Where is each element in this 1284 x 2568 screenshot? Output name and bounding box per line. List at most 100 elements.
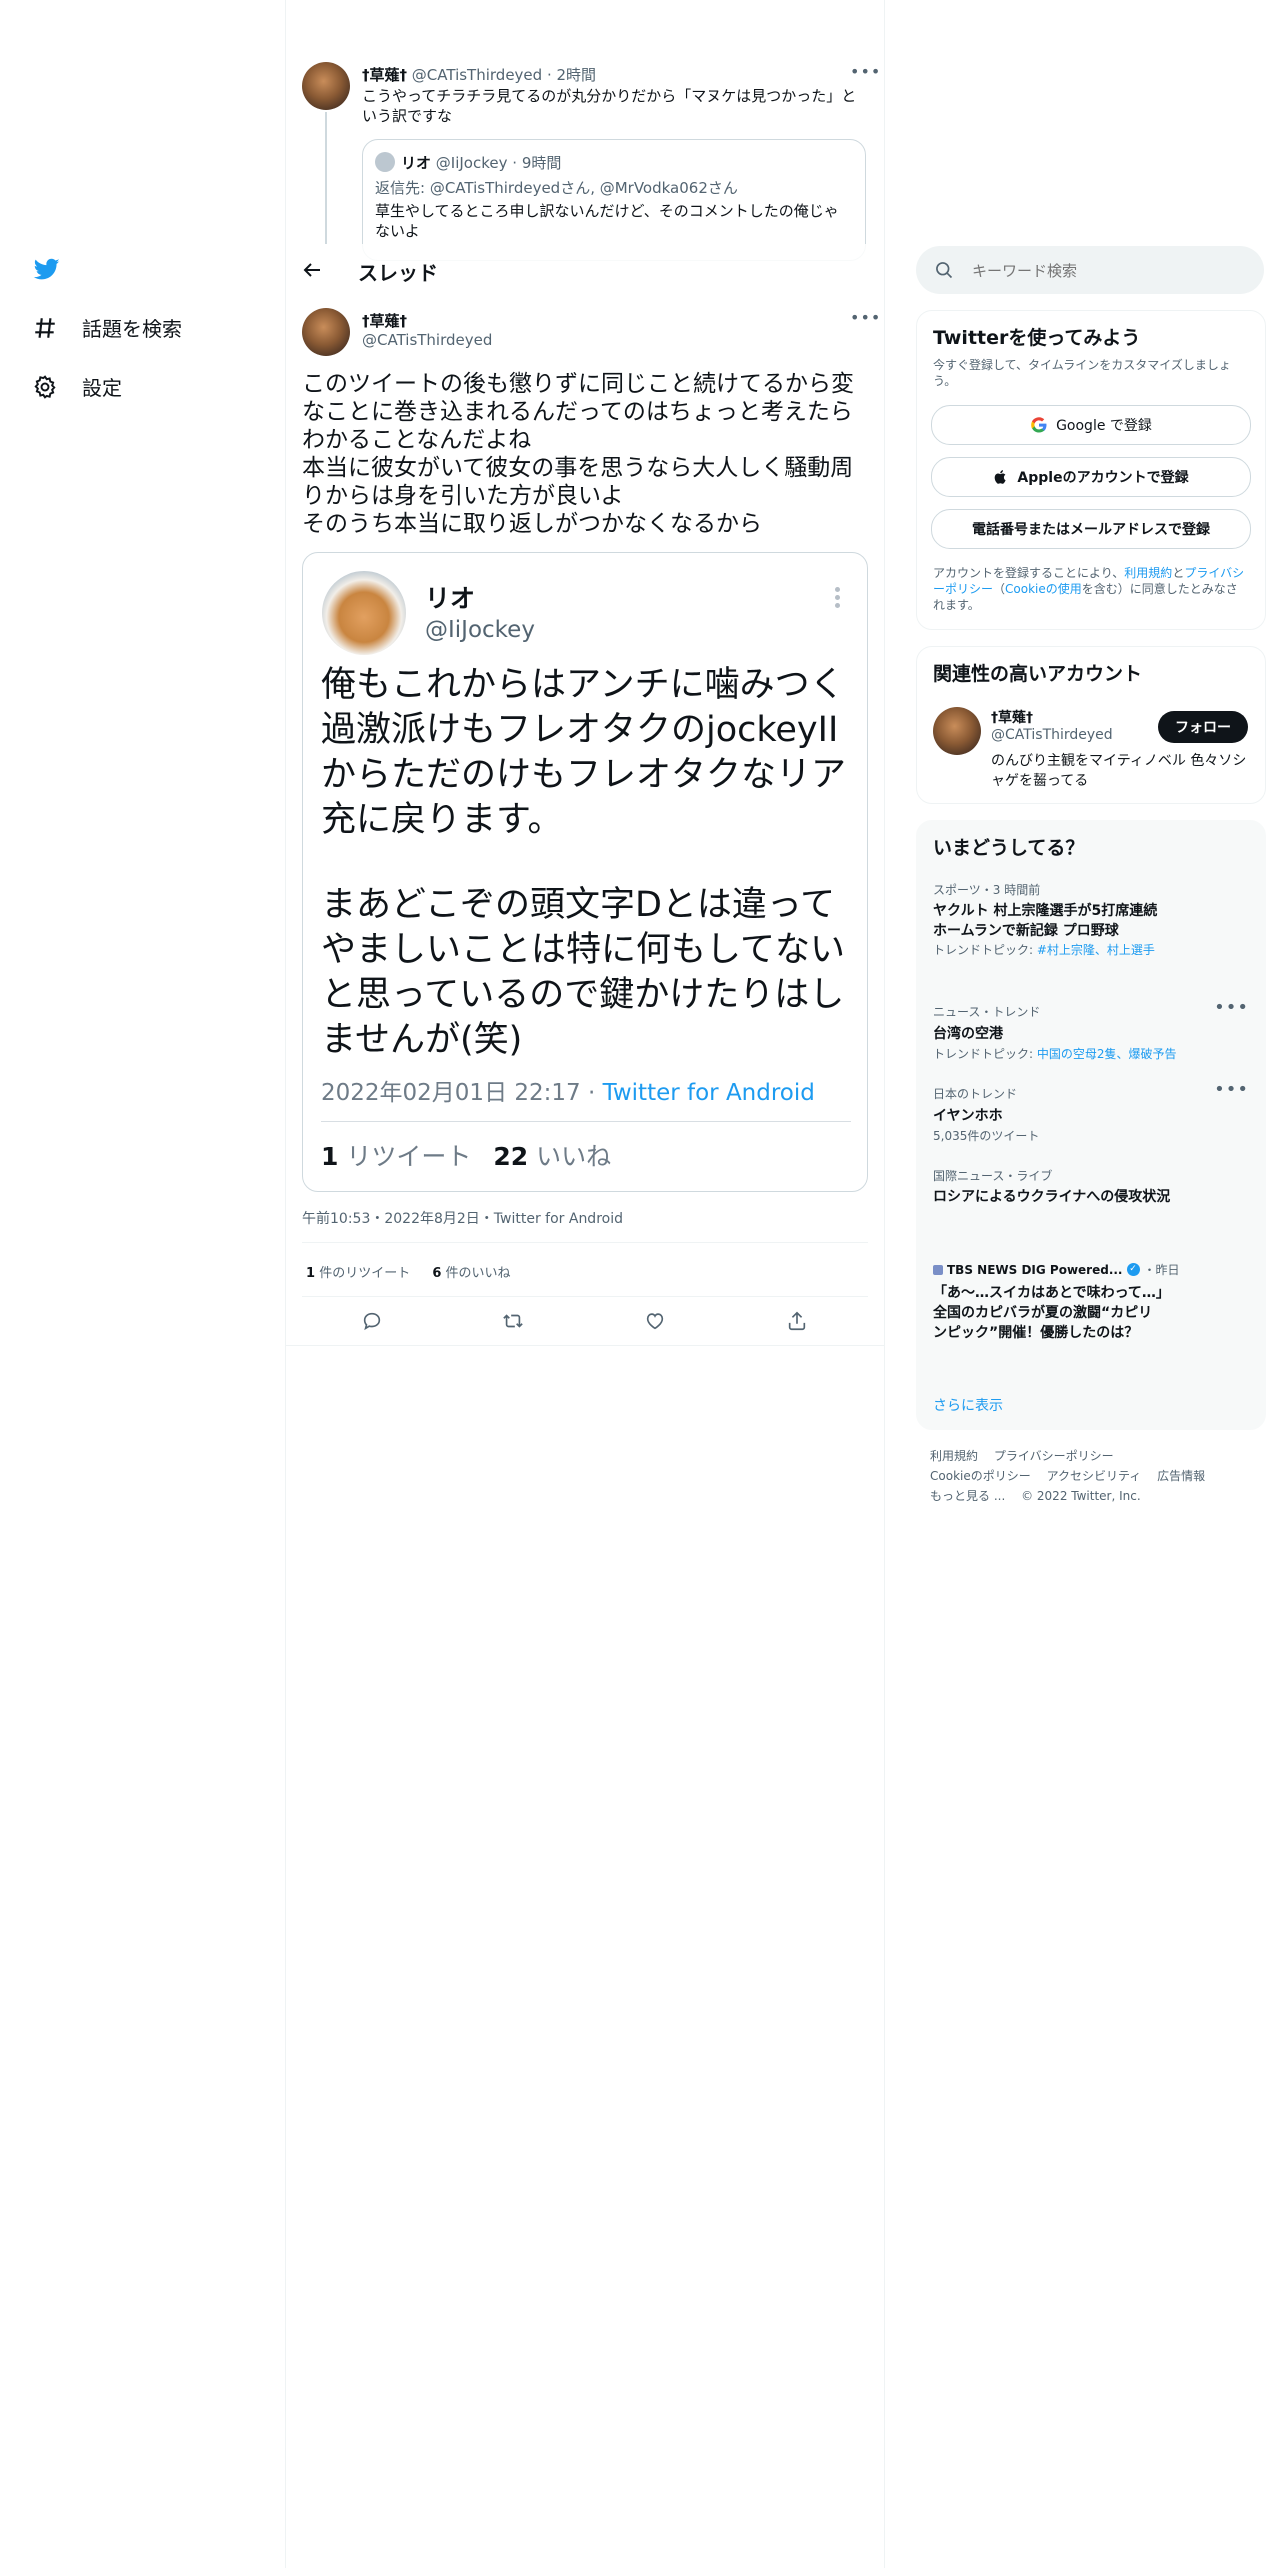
image-stats: 1 リツイート 22 いいね: [321, 1142, 612, 1171]
image-text: 俺もこれからはアンチに噛みつく過激派けもフレオタクのjockeyIIからただのけ…: [321, 665, 847, 840]
handle[interactable]: @CATisThirdeyed: [991, 727, 1113, 743]
nav-settings-label: 設定: [82, 376, 122, 400]
timestamp: 9時間: [521, 154, 562, 172]
trend-item[interactable]: ニュース・トレンド ••• 台湾の空港 トレンドトピック: 中国の空母2隻、爆破…: [917, 997, 1265, 1067]
footer-terms[interactable]: 利用規約: [930, 1449, 978, 1463]
google-signup-button[interactable]: Google で登録: [931, 405, 1251, 445]
image-date-line: 2022年02月01日 22:17 · Twitter for Android: [321, 1080, 815, 1106]
follow-button[interactable]: フォロー: [1158, 711, 1248, 743]
share-icon[interactable]: [786, 1310, 808, 1332]
news-item[interactable]: TBS NEWS DIG Powered... ✓ ・昨日 「あ～…スイカはあと…: [917, 1255, 1265, 1375]
more-icon[interactable]: •••: [850, 308, 881, 327]
more-vertical-icon: [835, 587, 841, 608]
handle[interactable]: @CATisThirdeyed: [412, 66, 542, 84]
quoted-tweet[interactable]: リオ @IiJockey · 9時間 返信先: @CATisThirdeyedさ…: [362, 139, 866, 261]
divider: [302, 1242, 868, 1243]
timestamp[interactable]: 2時間: [556, 66, 596, 84]
verified-icon: ✓: [1126, 1263, 1140, 1276]
apple-icon: [995, 470, 1006, 484]
related-title: 関連性の高いアカウント: [933, 663, 1143, 685]
phone-signup-button[interactable]: 電話番号またはメールアドレスで登録: [931, 509, 1251, 549]
avatar[interactable]: [302, 62, 350, 110]
cookie-link[interactable]: Cookieの使用: [1005, 582, 1082, 596]
quote-text: 草生やしてるところ申し訳ないんだけど、そのコメントしたの俺じゃないよ: [375, 202, 839, 240]
apple-signup-label: Appleのアカウントで登録: [1017, 470, 1189, 486]
signup-subtitle: 今すぐ登録して、タイムラインをカスタマイズしましょう。: [933, 358, 1231, 388]
legal-text: アカウントを登録することにより、利用規約とプライバシーポリシー（Cookieの使…: [933, 566, 1245, 612]
footer-cookie[interactable]: Cookieのポリシー: [930, 1469, 1031, 1483]
thread-column: †草薙† @CATisThirdeyed · 2時間 ••• こうやってチラチラ…: [286, 0, 884, 2568]
parent-tweet-header: †草薙† @CATisThirdeyed · 2時間: [362, 66, 597, 84]
image-text: まあどこぞの頭文字Dとは違ってやましいことは特に何もしてないと思っているので鍵か…: [321, 885, 845, 1060]
signup-card: Twitterを使ってみよう 今すぐ登録して、タイムラインをカスタマイズしましょ…: [916, 310, 1266, 630]
show-more-link[interactable]: さらに表示: [933, 1395, 1003, 1415]
image-date: 2022年02月01日 22:17: [321, 1080, 581, 1106]
footer-privacy[interactable]: プライバシーポリシー: [994, 1449, 1114, 1463]
divider: [286, 1345, 884, 1346]
google-icon: [1031, 417, 1047, 433]
more-icon[interactable]: •••: [1214, 1079, 1249, 1100]
reply-to: 返信先: @CATisThirdeyedさん, @MrVodka062さん: [375, 179, 738, 197]
display-name[interactable]: †草薙†: [991, 707, 1033, 727]
twitter-logo-icon[interactable]: [32, 256, 62, 286]
tweet-image[interactable]: リオ @IiJockey 俺もこれからはアンチに噛みつく過激派けもフレオタクのj…: [302, 552, 868, 1192]
avatar: [375, 152, 395, 172]
trend-item[interactable]: 国際ニュース・ライブ ロシアによるウクライナへの侵攻状況: [917, 1161, 1265, 1235]
image-handle: @IiJockey: [425, 617, 535, 643]
trends-card: いまどうしてる？ スポーツ・3 時間前 ヤクルト 村上宗隆選手が5打席連続ホーム…: [916, 820, 1266, 1430]
footer-accessibility[interactable]: アクセシビリティ: [1047, 1469, 1142, 1483]
search-input[interactable]: [970, 258, 1244, 284]
divider: [302, 1296, 868, 1297]
google-signup-label: Google で登録: [1056, 418, 1152, 434]
gear-icon: [34, 374, 56, 399]
apple-signup-button[interactable]: Appleのアカウントで登録: [931, 457, 1251, 497]
search-icon: [934, 260, 954, 284]
tweet-meta[interactable]: 午前10:53・2022年8月2日・Twitter for Android: [302, 1208, 623, 1228]
reply-icon[interactable]: [361, 1310, 383, 1332]
more-icon[interactable]: •••: [1214, 997, 1249, 1018]
trend-item[interactable]: 日本のトレンド ••• イヤンホホ 5,035件のツイート: [917, 1079, 1265, 1149]
display-name[interactable]: †草薙†: [362, 66, 407, 84]
footer-ads[interactable]: 広告情報: [1157, 1469, 1205, 1483]
display-name: リオ: [401, 154, 432, 172]
hashtag-icon: [35, 317, 55, 338]
display-name[interactable]: †草薙†: [362, 310, 407, 331]
footer-more[interactable]: もっと見る ...: [930, 1489, 1005, 1503]
tweet-stats: 1 件のリツイート 6 件のいいね: [306, 1262, 511, 1281]
footer-links: 利用規約 プライバシーポリシー Cookieのポリシー アクセシビリティ 広告情…: [930, 1446, 1260, 1506]
dog-avatar: [322, 571, 406, 655]
like-stat[interactable]: 6 件のいいね: [432, 1266, 510, 1281]
arrow-left-icon[interactable]: [300, 258, 324, 286]
follow-label: フォロー: [1175, 720, 1231, 736]
account-bio: のんびり主観をマイティノベル 色々ソシャゲを齧ってる: [991, 753, 1247, 789]
image-name: リオ: [425, 584, 476, 613]
nav-explore[interactable]: 話題を検索: [32, 313, 182, 342]
footer-copyright: © 2022 Twitter, Inc.: [1021, 1489, 1141, 1503]
avatar[interactable]: [933, 707, 981, 755]
nav-settings[interactable]: 設定: [32, 372, 122, 401]
heart-icon[interactable]: [644, 1310, 666, 1332]
page-title: スレッド: [358, 261, 438, 285]
related-accounts-card: 関連性の高いアカウント †草薙† @CATisThirdeyed フォロー のん…: [916, 646, 1266, 804]
phone-signup-label: 電話番号またはメールアドレスで登録: [972, 522, 1210, 538]
nav-explore-label: 話題を検索: [82, 317, 182, 341]
quote-header: リオ @IiJockey · 9時間: [401, 154, 562, 172]
retweet-icon[interactable]: [502, 1310, 524, 1332]
retweet-stat[interactable]: 1 件のリツイート: [306, 1266, 410, 1281]
tweet-text: こうやってチラチラ見てるのが丸分かりだから「マヌケは見つかった」という訳ですな: [362, 87, 857, 125]
trend-item[interactable]: スポーツ・3 時間前 ヤクルト 村上宗隆選手が5打席連続ホームランで新記録 プロ…: [917, 875, 1265, 983]
handle[interactable]: @CATisThirdeyed: [362, 331, 492, 349]
left-nav: 話題を検索 設定: [0, 0, 285, 2568]
column-divider: [884, 0, 885, 2568]
thread-line: [325, 112, 327, 244]
handle: @IiJockey: [435, 154, 508, 172]
terms-link[interactable]: 利用規約: [1124, 566, 1172, 580]
news-source-icon: [933, 1264, 943, 1275]
signup-title: Twitterを使ってみよう: [933, 327, 1141, 349]
search-box[interactable]: [916, 246, 1264, 294]
thread-header: スレッド: [286, 244, 884, 297]
trends-title: いまどうしてる？: [933, 837, 1085, 859]
avatar[interactable]: [302, 308, 350, 356]
tweet-text: このツイートの後も懲りずに同じこと続けてるから変なことに巻き込まれるんだってのは…: [302, 371, 854, 537]
more-icon[interactable]: •••: [850, 62, 881, 81]
